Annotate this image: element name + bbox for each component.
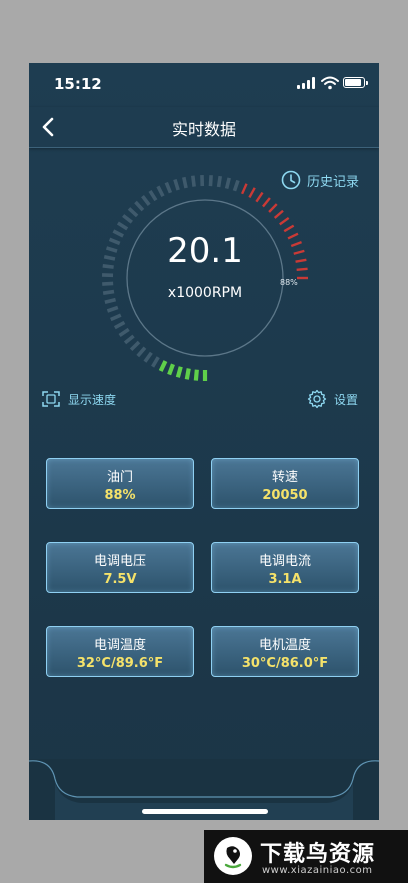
scan-speed-icon [42,391,60,407]
card-label: 油门 [106,470,133,485]
page-title: 实时数据 [171,120,236,139]
esc-voltage-card: 电调电压 7.5V [46,542,194,593]
gauge-tick [167,363,175,376]
gauge-tick [216,175,222,188]
wifi-icon [321,76,339,90]
gauge-tick [151,356,160,368]
rpm-unit: x1000RPM [167,285,243,301]
gauge-tick [184,368,191,380]
gauge-tick [156,185,165,197]
gauge-tick [193,369,199,381]
gauge-tick [141,195,151,206]
gauge-tick [148,189,158,202]
gauge-tick [255,191,264,203]
gauge-tick [262,197,271,208]
gauge-tick [143,351,153,363]
card-value: 88% [104,488,136,503]
gauge-tick [248,187,256,199]
gauge-tick [127,207,139,218]
gauge-inner-ring [126,199,284,357]
watermark-title: 下载鸟资源 [260,842,376,867]
gauge-tick [268,203,278,213]
gauge-tick [129,340,141,352]
card-value: 3.1A [268,572,302,587]
card-label: 转速 [271,470,298,485]
gauge-tick [116,221,129,231]
esc-current-card: 电调电流 3.1A [211,542,359,593]
gauge-tick [102,281,114,286]
gauge-tick [279,216,290,226]
app-screen: 15:12 实时数据 历史记录 20.1 x1000RPM 88% 显示速度 设… [29,63,379,820]
gauge-tick [123,334,135,345]
gauge-tick [224,177,231,189]
cellular-signal-icon [297,77,317,89]
gauge-tick [158,360,168,372]
card-label: 电调电压 [93,554,146,569]
gauge-tick [175,366,183,378]
gauge-tick [232,179,240,192]
settings-label: 设置 [334,392,359,407]
rpm-card: 转速 20050 [211,458,359,509]
speed-display-label: 显示速度 [68,392,117,407]
throttle-percent-label: 88% [280,278,298,287]
gauge-tick [134,200,145,212]
status-bar: 15:12 [29,63,379,107]
gauge-tick [240,183,248,195]
gauge-tick [136,346,147,358]
gauge-tick [191,175,196,187]
gauge-tick [164,181,173,194]
gauge-tick [208,175,213,187]
card-value: 32°C/89.6°F [76,656,164,671]
gauge-tick [122,214,133,224]
card-label: 电机温度 [258,638,311,653]
gear-icon [307,389,327,409]
bird-logo-icon [214,837,252,875]
watermark-url: www.xiazainiao.com [262,865,373,876]
gauge-tick [118,327,130,338]
battery-icon [343,77,368,88]
speed-display-button[interactable]: 显示速度 [41,389,116,409]
card-value: 30°C/86.0°F [241,656,329,671]
motor-temperature-card: 电机温度 30°C/86.0°F [211,626,359,677]
card-label: 电调温度 [93,638,146,653]
gauge-tick [182,176,188,189]
card-value: 7.5V [103,572,137,587]
gauge-tick [106,305,119,313]
watermark-banner: 下载鸟资源 www.xiazainiao.com [204,830,408,883]
gauge-tick [273,209,284,219]
gauge-ticks [101,174,308,381]
card-label: 电调电流 [258,554,311,569]
navigation-bar: 实时数据 [29,107,379,148]
home-indicator[interactable] [142,809,268,814]
status-time: 15:12 [54,75,102,93]
card-value: 20050 [262,488,308,503]
throttle-card: 油门 88% [46,458,194,509]
rpm-value: 20.1 [167,231,243,271]
gauge-tick [113,320,126,330]
gauge-tick [173,178,180,191]
settings-button[interactable]: 设置 [307,389,358,409]
esc-temperature-card: 电调温度 32°C/89.6°F [46,626,194,677]
gauge-tick [110,313,122,322]
